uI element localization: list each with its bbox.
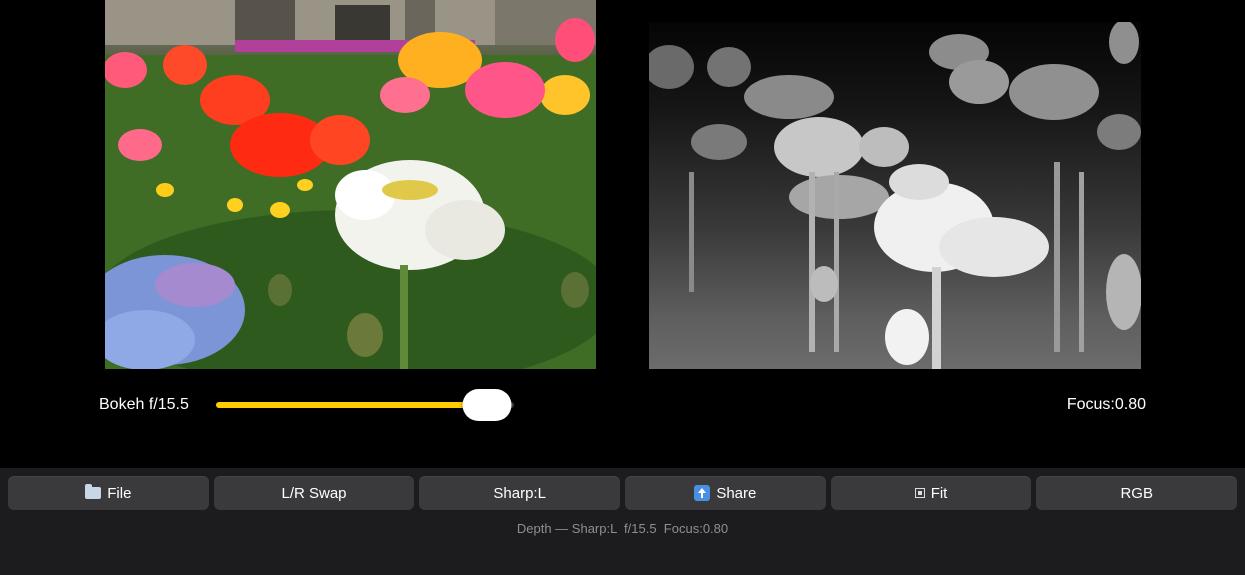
focus-label: Focus:0.80 [1066, 396, 1146, 413]
file-button-label: File [107, 484, 132, 502]
bokeh-slider-thumb[interactable] [462, 389, 512, 421]
bottom-toolbar: File L/R Swap Sharp:L Share Fit RGB Dept… [0, 468, 1245, 575]
bokeh-slider-fill [216, 402, 488, 408]
sharp-toggle-button[interactable]: Sharp:L [419, 476, 621, 510]
bokeh-label: Bokeh f/15.5 [99, 396, 189, 413]
rgb-button[interactable]: RGB [1036, 476, 1238, 510]
file-button[interactable]: File [8, 476, 209, 510]
fit-icon [914, 488, 925, 498]
depth-map-preview[interactable] [649, 22, 1141, 369]
lr-swap-button-label: L/R Swap [281, 484, 347, 502]
bokeh-slider[interactable] [216, 389, 514, 421]
lr-swap-button[interactable]: L/R Swap [213, 476, 415, 510]
sharp-toggle-button-label: Sharp:L [493, 484, 546, 502]
poppy-photo-image [105, 0, 596, 369]
fit-button-label: Fit [930, 484, 948, 502]
status-text: Depth — Sharp:L f/15.5 Focus:0.80 [516, 521, 729, 536]
share-button-label: Share [716, 484, 757, 502]
fit-button[interactable]: Fit [830, 476, 1032, 510]
rgb-button-label: RGB [1120, 484, 1153, 502]
share-button[interactable]: Share [625, 476, 826, 510]
image-stage: Bokeh f/15.5 Focus:0.80 [0, 0, 1245, 468]
photo-preview[interactable] [105, 0, 596, 369]
toolbar-button-row: File L/R Swap Sharp:L Share Fit RGB [8, 476, 1238, 510]
depth-map-image [649, 22, 1141, 369]
share-icon [694, 485, 711, 501]
folder-icon [85, 484, 102, 499]
